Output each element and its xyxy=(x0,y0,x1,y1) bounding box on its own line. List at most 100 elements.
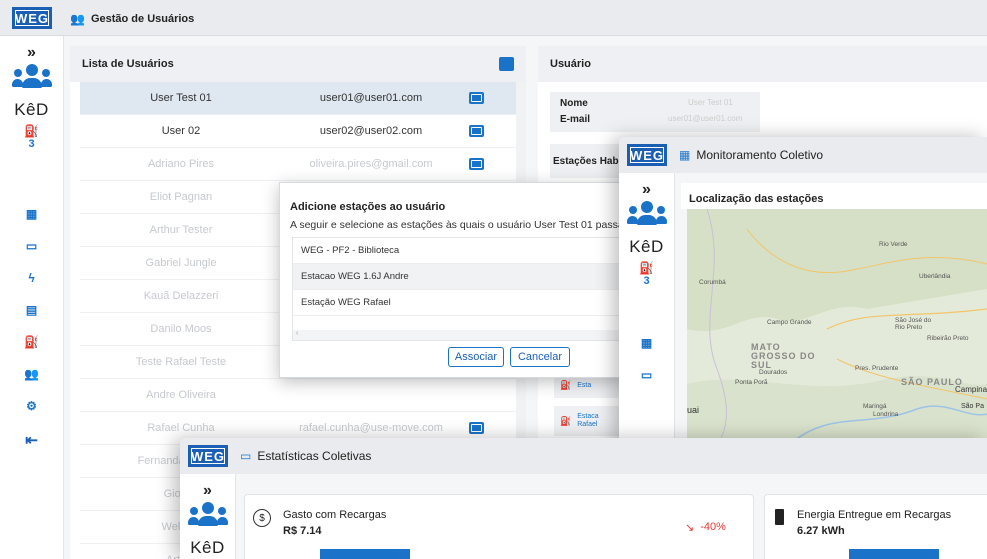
stations-icon[interactable]: ⛽ xyxy=(24,335,39,349)
associate-button[interactable]: Associar xyxy=(448,347,504,367)
expand-sidebar-button[interactable]: » xyxy=(203,482,212,500)
charging-station-icon: ⛽ xyxy=(24,124,39,138)
card-value: 6.27 kWh xyxy=(797,525,845,537)
map-label: Pres. Prudente xyxy=(855,365,899,372)
sidebar: » KêD xyxy=(180,474,236,559)
page-title-text: Monitoramento Coletivo xyxy=(696,148,824,162)
dashboard-icon: ▦ xyxy=(679,148,691,162)
map-label: Maringá xyxy=(863,403,887,410)
user-card-button[interactable] xyxy=(468,92,484,104)
card-title: Energia Entregue em Recargas xyxy=(797,509,952,521)
stations-map[interactable]: Rio Verde Corumbá Uberlândia Campo Grand… xyxy=(687,209,987,447)
user-list-header: Lista de Usuários xyxy=(70,46,526,82)
user-email: oliveira.pires@gmail.com xyxy=(309,158,433,170)
user-detail-title: Usuário xyxy=(550,58,591,70)
name-label: Nome xyxy=(560,98,588,109)
settings-icon[interactable]: ⚙ xyxy=(26,399,37,413)
user-card-cell xyxy=(460,125,492,137)
card-title: Gasto com Recargas xyxy=(283,509,387,521)
dashboard-nav-icon[interactable]: ▦ xyxy=(641,336,652,350)
top-bar: WEG ▦ Monitoramento Coletivo xyxy=(619,137,987,173)
user-list-title: Lista de Usuários xyxy=(82,58,174,70)
users-group-icon xyxy=(11,64,52,94)
add-user-button[interactable] xyxy=(499,57,514,71)
energy-icon[interactable]: ϟ xyxy=(28,271,34,285)
scroll-left-icon[interactable]: ‹ xyxy=(296,330,298,337)
user-name: Adriano Pires xyxy=(147,158,215,170)
modal-title: Adicione estações ao usuário xyxy=(290,201,446,213)
station-name: Estaca Rafael xyxy=(577,413,599,428)
users-group-icon xyxy=(187,502,228,532)
card-icon[interactable]: ▤ xyxy=(26,303,37,317)
expand-sidebar-button[interactable]: » xyxy=(27,44,36,62)
map-label: Rio Verde xyxy=(879,241,908,248)
card-bar xyxy=(320,549,410,559)
dashboard-icon[interactable]: ▦ xyxy=(26,207,37,221)
map-label: Corumbá xyxy=(699,279,726,286)
map-label: Ribeirão Preto xyxy=(927,335,969,342)
map-region-label: MATO GROSSO DO SUL xyxy=(751,342,816,370)
station-option[interactable]: Estação WEG Rafael xyxy=(293,290,631,316)
station-icon: ⛽ xyxy=(560,415,572,426)
logout-icon[interactable]: ⇤ xyxy=(25,431,38,449)
map-region-label: SÃO PAULO xyxy=(901,377,963,387)
trend-down-icon: ↘ xyxy=(685,522,695,534)
user-name: Kauã Delazzeri xyxy=(143,290,219,302)
user-card-button[interactable] xyxy=(468,125,484,137)
map-label: Uberlândia xyxy=(919,273,951,280)
user-row[interactable]: User 02 user02@user02.com xyxy=(80,115,526,148)
map-label: Campo Grande xyxy=(767,319,812,326)
user-row[interactable]: Andre Oliveira xyxy=(80,379,526,412)
map-label: São Pa xyxy=(961,403,984,410)
card-bar xyxy=(849,549,939,559)
map-label: Londrina xyxy=(873,411,899,418)
map-label: Ponta Porã xyxy=(735,379,768,386)
monitoring-window: WEG ▦ Monitoramento Coletivo » KêD ⛽ 3 ▦… xyxy=(619,137,987,447)
email-label: E-mail xyxy=(560,114,591,125)
energy-delivered-card: Energia Entregue em Recargas 6.27 kWh xyxy=(764,494,987,559)
monitor-icon[interactable]: ▭ xyxy=(641,368,652,382)
user-email: rafael.cunha@use-move.com xyxy=(299,422,443,434)
user-email: user01@user01.com xyxy=(319,92,423,104)
trend-indicator: ↘ -40% xyxy=(685,521,726,534)
station-option-label: Estacao WEG 1.6J Andre xyxy=(301,271,409,282)
battery-icon xyxy=(775,509,784,525)
user-card-button[interactable] xyxy=(468,158,484,170)
page-title-text: Gestão de Usuários xyxy=(90,13,195,25)
stations-select-list: WEG - PF2 - Biblioteca Estacao WEG 1.6J … xyxy=(292,237,632,341)
name-value: User Test 01 xyxy=(688,98,733,107)
station-item[interactable]: ⛽ Estaca Rafael xyxy=(554,406,624,436)
map-label: uai xyxy=(687,405,700,415)
top-bar: WEG ▭ Estatísticas Coletivas xyxy=(180,438,987,474)
recharge-cost-card: $ Gasto com Recargas R$ 7.14 ↘ -40% xyxy=(244,494,754,559)
card-value: R$ 7.14 xyxy=(283,525,322,537)
user-card-button[interactable] xyxy=(468,422,484,434)
cancel-button[interactable]: Cancelar xyxy=(510,347,570,367)
expand-sidebar-button[interactable]: » xyxy=(642,181,651,199)
user-row[interactable]: Adriano Pires oliveira.pires@gmail.com xyxy=(80,148,526,181)
trend-value: -40% xyxy=(700,521,726,533)
users-nav-icon[interactable]: 👥 xyxy=(24,367,39,381)
weg-logo: WEG xyxy=(12,7,52,29)
email-value: user01@user01.com xyxy=(668,114,743,123)
horizontal-scrollbar[interactable]: ‹ xyxy=(293,330,631,340)
brand-logo: KêD xyxy=(629,237,664,256)
station-option[interactable]: Estacao WEG 1.6J Andre xyxy=(293,264,631,290)
map-terrain xyxy=(687,209,987,447)
weg-logo: WEG xyxy=(188,445,228,467)
station-name: Esta xyxy=(577,381,592,389)
user-name: Rafael Cunha xyxy=(147,422,215,434)
map-label: São José do Rio Preto xyxy=(895,317,932,331)
modal-description: A seguir e selecione as estações às quai… xyxy=(290,219,624,231)
weg-logo: WEG xyxy=(627,144,667,166)
user-name: Arthur Tester xyxy=(149,224,213,236)
monitor-icon[interactable]: ▭ xyxy=(26,239,37,253)
station-option-label: Estação WEG Rafael xyxy=(301,297,391,308)
user-name: Gabriel Jungle xyxy=(145,257,217,269)
user-row[interactable]: User Test 01 user01@user01.com xyxy=(80,82,526,115)
station-option[interactable]: WEG - PF2 - Biblioteca xyxy=(293,238,631,264)
user-name: User Test 01 xyxy=(150,92,212,104)
brand-logo: KêD xyxy=(190,538,225,557)
users-icon: 👥 xyxy=(70,12,85,26)
page-title: ▭ Estatísticas Coletivas xyxy=(240,449,371,463)
